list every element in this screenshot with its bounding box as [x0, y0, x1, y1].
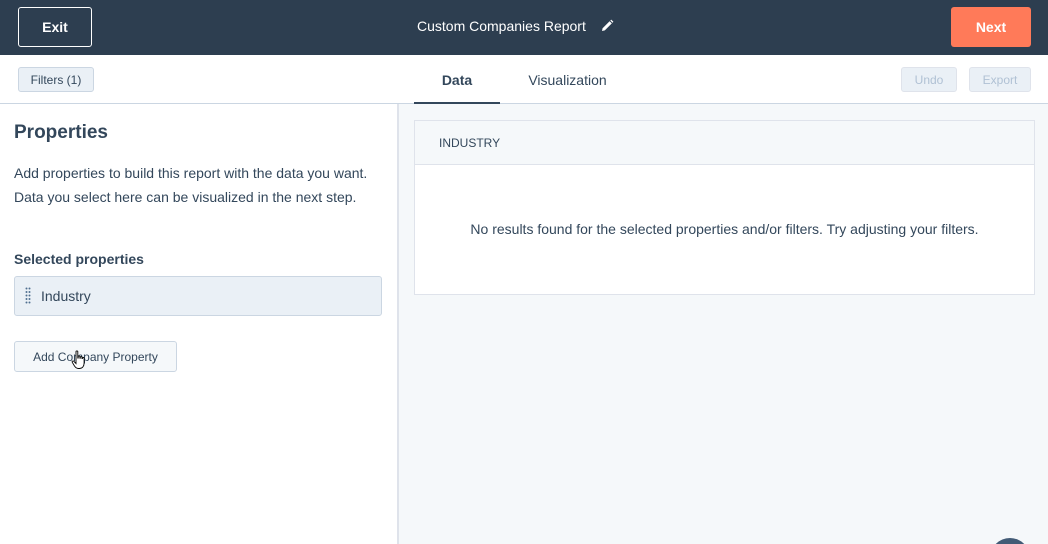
properties-panel: Properties Add properties to build this …	[0, 104, 399, 544]
sub-toolbar: Filters (1) Data Visualization Undo Expo…	[0, 55, 1048, 105]
next-button[interactable]: Next	[951, 7, 1031, 47]
drag-handle-icon[interactable]	[25, 287, 31, 305]
column-header-industry[interactable]: INDUSTRY	[415, 121, 1034, 165]
selected-properties-label: Selected properties	[14, 251, 144, 267]
properties-title: Properties	[14, 122, 108, 143]
selected-property-item[interactable]: Industry	[14, 276, 382, 316]
results-table: INDUSTRY No results found for the select…	[414, 120, 1035, 295]
properties-description: Add properties to build this report with…	[14, 165, 368, 205]
undo-button[interactable]: Undo	[901, 67, 957, 92]
tab-visualization-label: Visualization	[528, 71, 607, 88]
tab-data-label: Data	[441, 71, 473, 88]
tab-data[interactable]: Data	[414, 55, 500, 105]
pencil-icon[interactable]	[600, 19, 614, 33]
top-bar: Exit Custom Companies Report Next	[0, 0, 1048, 55]
report-title-text: Custom Companies Report	[417, 18, 586, 34]
export-button[interactable]: Export	[969, 67, 1031, 92]
selected-property-label: Industry	[41, 288, 91, 304]
data-preview-panel: INDUSTRY No results found for the select…	[399, 104, 1048, 544]
tab-visualization[interactable]: Visualization	[510, 55, 625, 104]
exit-button[interactable]: Exit	[18, 7, 92, 47]
column-header-label: INDUSTRY	[439, 135, 501, 150]
report-title: Custom Companies Report	[417, 18, 614, 34]
filters-button[interactable]: Filters (1)	[18, 67, 94, 92]
add-company-property-button[interactable]: Add Company Property	[14, 341, 177, 372]
no-results-message: No results found for the selected proper…	[470, 221, 979, 237]
